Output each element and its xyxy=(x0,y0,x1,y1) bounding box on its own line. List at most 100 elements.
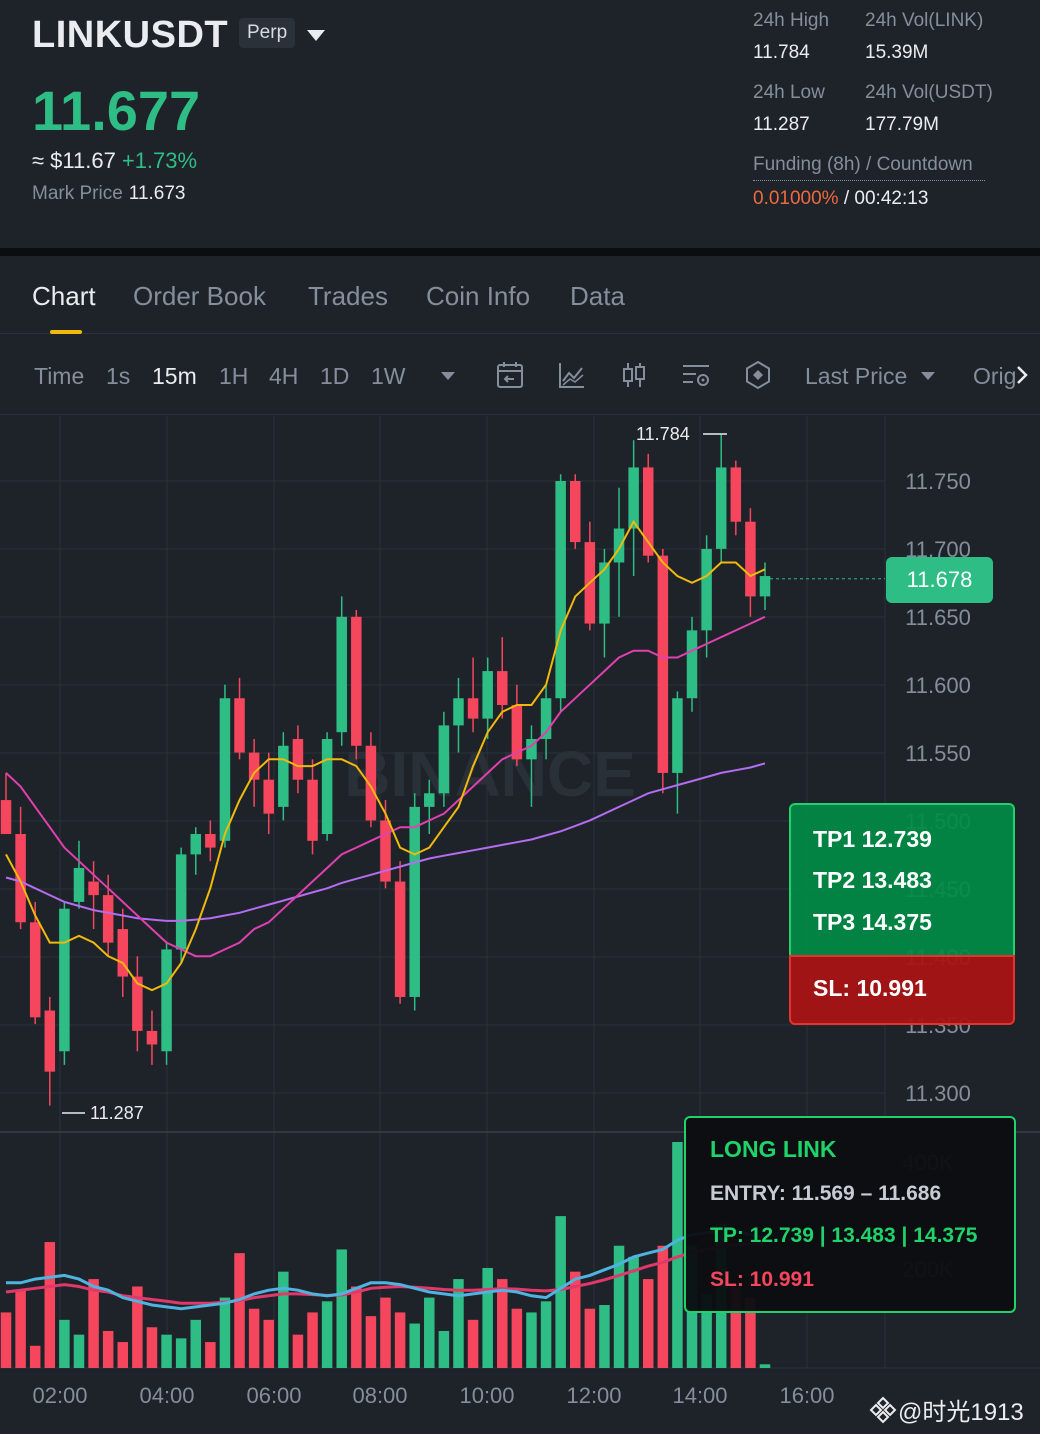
interval-1d[interactable]: 1D xyxy=(320,363,349,390)
candle-body xyxy=(351,616,362,746)
volume-bar xyxy=(336,1249,347,1368)
vol-link-label: 24h Vol(LINK) xyxy=(865,10,984,31)
candle-body xyxy=(657,555,669,773)
signal-sl: SL: 10.991 xyxy=(710,1268,814,1291)
volume-bar xyxy=(0,1312,12,1368)
signal-title: LONG LINK xyxy=(710,1136,837,1162)
volume-bar xyxy=(424,1297,435,1368)
sl-label: SL: 10.991 xyxy=(813,975,927,1001)
tab-order-book[interactable]: Order Book xyxy=(133,281,266,312)
interval-1w[interactable]: 1W xyxy=(371,363,406,390)
time-axis-label: 16:00 xyxy=(779,1383,834,1408)
interval-4h[interactable]: 4H xyxy=(269,363,298,390)
high-value: 11.784 xyxy=(753,42,810,63)
candle-body xyxy=(73,867,85,902)
usd-price-row: ≈ $11.67 +1.73% xyxy=(32,148,197,174)
volume-bar xyxy=(453,1279,464,1368)
candle-body xyxy=(701,548,712,631)
candle-body xyxy=(234,698,245,753)
volume-bar xyxy=(482,1267,493,1368)
candle-body xyxy=(102,895,114,943)
candle-body xyxy=(686,630,698,699)
low-marker-label: 11.287 xyxy=(90,1103,144,1123)
funding-row: 0.01000% / 00:42:13 xyxy=(753,188,928,210)
orig-label[interactable]: Orig xyxy=(973,363,1016,390)
candle-body xyxy=(730,467,742,522)
vol-usdt-value: 177.79M xyxy=(865,114,939,135)
contract-badge: Perp xyxy=(239,18,296,48)
time-axis-label: 06:00 xyxy=(246,1383,301,1408)
low-value: 11.287 xyxy=(753,114,810,135)
volume-bar xyxy=(584,1308,596,1368)
hexagon-icon[interactable] xyxy=(742,359,774,391)
volume-bar xyxy=(511,1308,523,1368)
signal-tp: TP: 12.739 | 13.483 | 14.375 xyxy=(710,1224,978,1247)
volume-bar xyxy=(467,1319,479,1368)
interval-1s[interactable]: 1s xyxy=(106,363,130,390)
time-label[interactable]: Time xyxy=(34,363,84,390)
candle-body xyxy=(29,922,41,1018)
candle-body xyxy=(453,698,464,726)
author-watermark: @时光1913 xyxy=(868,1392,1024,1427)
high-marker-label: 11.784 xyxy=(636,424,690,444)
volume-bar xyxy=(263,1319,274,1368)
price-type-selector[interactable]: Last Price xyxy=(805,363,907,390)
settings-icon[interactable] xyxy=(680,359,712,391)
time-axis-label: 02:00 xyxy=(32,1383,87,1408)
price-axis-label: 11.550 xyxy=(905,741,971,766)
symbol-title[interactable]: LINKUSDT xyxy=(32,14,228,57)
take-profit-box: TP1 12.739 TP2 13.483 TP3 14.375 xyxy=(789,803,1015,955)
candle-body xyxy=(219,698,231,841)
last-price: 11.677 xyxy=(32,79,201,142)
candle-body xyxy=(292,738,304,780)
candle-body xyxy=(175,854,187,950)
candle-body xyxy=(613,528,625,563)
funding-label[interactable]: Funding (8h) / Countdown xyxy=(753,154,985,181)
candle-body xyxy=(205,834,216,848)
interval-1h[interactable]: 1H xyxy=(219,363,248,390)
candle-body xyxy=(672,698,683,773)
calendar-icon[interactable] xyxy=(494,359,526,391)
candle-body xyxy=(263,779,274,814)
funding-separator: / xyxy=(843,188,850,209)
volume-bar xyxy=(161,1334,172,1368)
chevron-right-icon[interactable] xyxy=(1012,359,1032,391)
volume-bar xyxy=(205,1342,216,1368)
price-axis-label: 11.750 xyxy=(905,469,971,494)
binance-watermark: BINANCE xyxy=(344,738,636,810)
volume-bar xyxy=(307,1312,318,1368)
binance-logo-icon xyxy=(869,1396,897,1423)
candle-body xyxy=(497,671,508,706)
candle-body xyxy=(278,745,289,807)
candle-body xyxy=(307,779,318,841)
time-axis-label: 14:00 xyxy=(672,1383,727,1408)
candle-body xyxy=(248,752,260,780)
candle-body xyxy=(394,881,406,997)
candle-body xyxy=(409,806,420,997)
candle-body xyxy=(467,698,479,719)
volume-bar xyxy=(146,1327,158,1368)
volume-bar xyxy=(365,1316,377,1368)
indicator-icon[interactable] xyxy=(556,359,588,391)
symbol-dropdown-icon[interactable] xyxy=(307,30,325,41)
volume-bar xyxy=(88,1279,99,1368)
interval-15m[interactable]: 15m xyxy=(152,363,197,390)
tp1-label: TP1 12.739 xyxy=(813,826,932,852)
volume-bar xyxy=(380,1297,391,1368)
price-type-dropdown-icon[interactable] xyxy=(921,372,935,380)
volume-bar xyxy=(175,1338,187,1368)
price-axis-label: 11.300 xyxy=(905,1081,971,1106)
volume-bar xyxy=(73,1334,85,1368)
candle-body xyxy=(146,1030,158,1045)
interval-dropdown-icon[interactable] xyxy=(441,372,455,380)
tab-coin-info[interactable]: Coin Info xyxy=(426,281,530,312)
tab-trades[interactable]: Trades xyxy=(308,281,388,312)
volume-bar xyxy=(248,1308,260,1368)
tab-data[interactable]: Data xyxy=(570,281,625,312)
candle-body xyxy=(482,671,493,719)
candle-body xyxy=(438,725,450,794)
candle-type-icon[interactable] xyxy=(618,359,650,391)
volume-bar xyxy=(526,1312,537,1368)
tab-chart[interactable]: Chart xyxy=(32,281,96,312)
volume-bar xyxy=(394,1312,406,1368)
